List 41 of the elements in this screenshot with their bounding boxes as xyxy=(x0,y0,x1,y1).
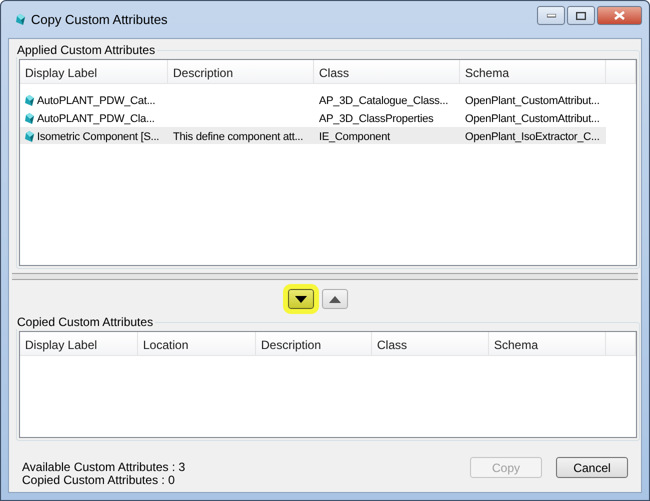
minimize-button[interactable] xyxy=(537,6,565,25)
down-triangle-icon xyxy=(294,296,306,302)
list-row[interactable]: AutoPLANT_PDW_Cla... AP_3D_ClassProperties OpenPlant_CustomAttribut... xyxy=(20,109,636,126)
list-row[interactable]: AutoPLANT_PDW_Cat... AP_3D_Catalogue_Class... OpenPlant_CustomAttribut... xyxy=(20,91,636,108)
group-title: Applied Custom Attributes xyxy=(16,43,156,57)
list-cell: AP_3D_Catalogue_Class... xyxy=(319,94,448,106)
list-cell: This define component att... xyxy=(173,130,304,142)
list-row[interactable]: Isometric Component [S... This define component att... IE_Component OpenPlant_IsoExtractor_C... xyxy=(20,127,636,144)
up-triangle-icon xyxy=(328,296,340,302)
column-header[interactable]: Description xyxy=(168,60,314,83)
move-up-button[interactable] xyxy=(322,289,348,309)
column-header[interactable]: Description xyxy=(256,332,372,355)
column-header[interactable]: Schema xyxy=(460,60,606,83)
close-icon xyxy=(614,11,625,20)
minimize-icon xyxy=(546,14,556,18)
column-header[interactable]: Schema xyxy=(489,332,606,355)
column-header[interactable]: Display Label xyxy=(20,60,168,83)
column-header[interactable]: Display Label xyxy=(20,332,138,355)
list-cell: OpenPlant_IsoExtractor_C... xyxy=(465,130,600,142)
list-cell: OpenPlant_CustomAttribut... xyxy=(465,112,600,124)
window-title: Copy Custom Attributes xyxy=(31,12,168,27)
list-cell: AutoPLANT_PDW_Cat... xyxy=(37,94,156,106)
maximize-button[interactable] xyxy=(567,6,595,25)
column-header[interactable]: Class xyxy=(314,60,460,83)
list-cell: IE_Component xyxy=(319,130,390,142)
maximize-icon xyxy=(576,12,586,20)
dialog-button[interactable]: Cancel xyxy=(556,457,628,478)
status-text: Copied Custom Attributes : 0 xyxy=(22,474,176,487)
list-cell: OpenPlant_CustomAttribut... xyxy=(465,94,600,106)
list-cell: Isometric Component [S... xyxy=(37,130,160,142)
list-cell: AP_3D_ClassProperties xyxy=(319,112,434,124)
gem-icon xyxy=(25,95,34,106)
column-header[interactable]: Location xyxy=(138,332,256,355)
close-button[interactable] xyxy=(597,6,642,25)
gem-icon xyxy=(25,113,34,124)
gem-icon xyxy=(16,14,25,25)
column-header[interactable]: Class xyxy=(372,332,489,355)
gem-icon xyxy=(25,131,34,142)
status-text: Available Custom Attributes : 3 xyxy=(22,461,186,474)
list-cell: AutoPLANT_PDW_Cla... xyxy=(37,112,155,124)
group-title: Copied Custom Attributes xyxy=(16,315,154,329)
